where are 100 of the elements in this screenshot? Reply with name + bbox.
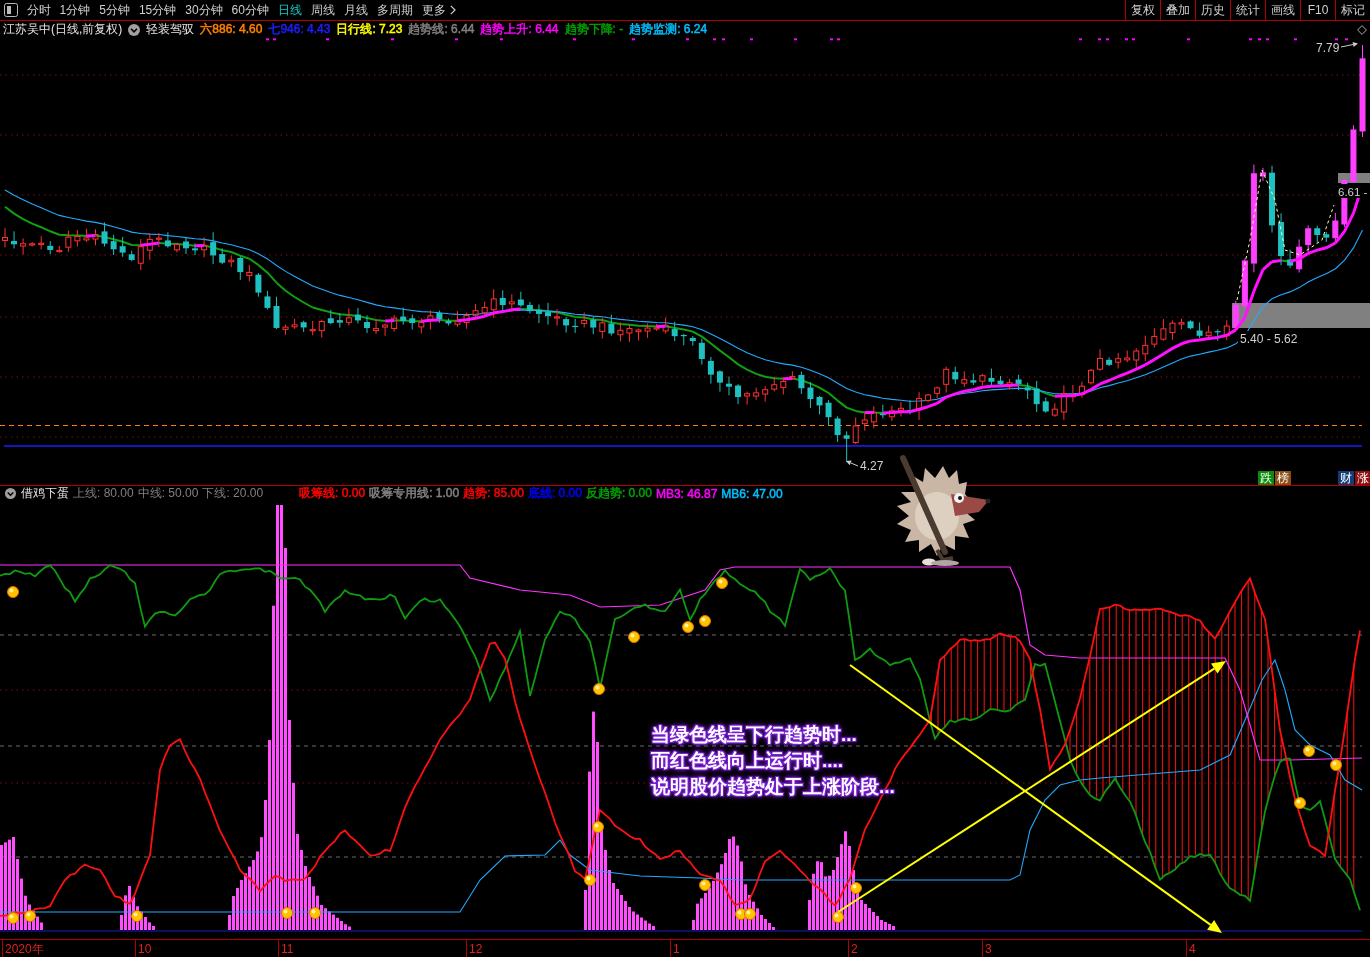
signal-mark-icon [1249, 38, 1252, 41]
legend-value: MB6: 47.00 [721, 486, 783, 501]
signal-mark-icon [713, 38, 716, 41]
signal-mark-icon [722, 38, 725, 41]
ball-marker-icon [744, 908, 756, 920]
signal-mark-icon [1258, 38, 1261, 41]
toolbar-button[interactable]: 历史 [1195, 0, 1230, 20]
axis-label: 10 [138, 942, 152, 956]
diamond-icon[interactable] [1357, 24, 1367, 35]
period-tab[interactable]: 多周期 [372, 0, 418, 20]
parameter-value: 下线: 20.00 [202, 485, 264, 502]
signal-mark-icon [1335, 38, 1338, 41]
toolbar-button[interactable]: 叠加 [1160, 0, 1195, 20]
signal-mark-icon [455, 38, 458, 41]
ball-marker-icon [1294, 797, 1306, 809]
ball-marker-icon [7, 586, 19, 598]
badge[interactable]: 跌 [1258, 471, 1274, 485]
toolbar-button[interactable]: F10 [1300, 0, 1335, 20]
signal-mark-icon [1106, 38, 1109, 41]
signal-mark-icon [326, 38, 329, 41]
signal-mark-icon [1345, 38, 1348, 41]
ball-marker-icon [628, 631, 640, 643]
legend-value: 底线: 0.00 [527, 485, 582, 502]
dropdown-icon[interactable] [5, 488, 16, 499]
chevron-icon [449, 5, 456, 15]
signal-mark-icon [500, 38, 503, 41]
legend-value: 趋势线: 6.44 [408, 21, 475, 38]
period-tab[interactable]: 60分钟 [227, 0, 274, 20]
ball-marker-icon [281, 907, 293, 919]
signal-mark-icon [273, 38, 276, 41]
axis-label: 11 [281, 942, 294, 956]
period-tab[interactable]: 5分钟 [94, 0, 135, 20]
annotation-text: 当绿色线呈下行趋势时... 而红色线向上运行时.... 说明股价趋势处于上涨阶段... [651, 723, 895, 799]
period-tab[interactable]: 分时 [22, 0, 55, 20]
signal-mark-icon [794, 38, 797, 41]
legend-value: 吸筹专用线: 1.00 [369, 485, 460, 502]
signal-mark-icon [1266, 38, 1269, 41]
signal-mark-icon [1125, 38, 1128, 41]
parameter-value: 上线: 80.00 [73, 485, 134, 502]
period-tab[interactable]: 周线 [306, 0, 340, 20]
ball-marker-icon [309, 907, 321, 919]
stock-title: 江苏吴中(日线,前复权) [3, 21, 123, 38]
badge[interactable]: 涨 [1355, 471, 1370, 485]
toolbar-button[interactable]: 复权 [1125, 0, 1160, 20]
axis-label: 2020年 [5, 942, 44, 956]
toolbar-button[interactable]: 画线 [1265, 0, 1300, 20]
signal-mark-icon [686, 38, 689, 41]
dropdown-icon[interactable] [128, 23, 141, 36]
signal-mark-icon [750, 38, 753, 41]
signal-mark-icon [632, 38, 635, 41]
more-button[interactable]: 更多 [417, 0, 461, 20]
ball-marker-icon [850, 882, 862, 894]
ball-marker-icon [1303, 745, 1315, 757]
signal-mark-icon [1294, 38, 1297, 41]
price-label: 5.40 - 5.62 [1240, 332, 1298, 346]
ball-marker-icon [593, 683, 605, 695]
signal-mark-icon [1098, 38, 1101, 41]
price-label: 4.27 [860, 459, 884, 473]
sidebar-toggle-icon[interactable] [4, 3, 18, 17]
ball-marker-icon [699, 879, 711, 891]
legend-value: 吸筹线: 0.00 [299, 485, 366, 502]
ball-marker-icon [584, 874, 596, 886]
legend-value: 七946: 4.43 [268, 21, 331, 38]
signal-mark-icon [573, 38, 576, 41]
legend-value: 趋势上升: 6.44 [480, 21, 559, 38]
badge[interactable]: 榜 [1275, 471, 1291, 485]
legend-value: 趋势下降: - [564, 21, 624, 38]
leader-arrow [1340, 42, 1358, 48]
toolbar-button[interactable]: 标记 [1335, 0, 1370, 20]
signal-mark-icon [1187, 38, 1190, 41]
legend-value: MB3: 46.87 [655, 486, 718, 501]
indicator-name[interactable]: 轻装驾驭 [146, 21, 195, 38]
period-tab[interactable]: 30分钟 [180, 0, 228, 20]
ball-marker-icon [682, 621, 694, 633]
period-tab[interactable]: 日线 [273, 0, 307, 20]
signal-mark-icon [1132, 38, 1135, 41]
ball-marker-icon [24, 910, 36, 922]
price-label: 7.79 [1316, 41, 1340, 55]
axis-label: 3 [985, 942, 992, 956]
signal-mark-icon [837, 38, 840, 41]
signal-mark-icon [1079, 38, 1082, 41]
ball-marker-icon [1330, 759, 1342, 771]
parameter-value: 中线: 50.00 [137, 485, 199, 502]
badge[interactable]: 财 [1338, 471, 1354, 485]
indicator-name[interactable]: 借鸡下蛋 [21, 485, 69, 502]
period-tab[interactable]: 15分钟 [134, 0, 181, 20]
ball-marker-icon [7, 912, 19, 924]
toolbar-button[interactable]: 统计 [1230, 0, 1265, 20]
period-tab[interactable]: 月线 [339, 0, 373, 20]
price-label: 6.61 - [1338, 186, 1368, 198]
axis-label: 4 [1189, 942, 1196, 956]
ball-marker-icon [699, 615, 711, 627]
period-tab[interactable]: 1分钟 [55, 0, 95, 20]
signal-mark-icon [266, 38, 269, 41]
legend-value: 六886: 4.60 [200, 21, 263, 38]
legend-value: 反趋势: 0.00 [585, 485, 652, 502]
ball-marker-icon [592, 821, 604, 833]
legend-value: 趋势监测: 6.24 [629, 21, 708, 38]
ball-marker-icon [131, 910, 143, 922]
signal-mark-icon [830, 38, 833, 41]
